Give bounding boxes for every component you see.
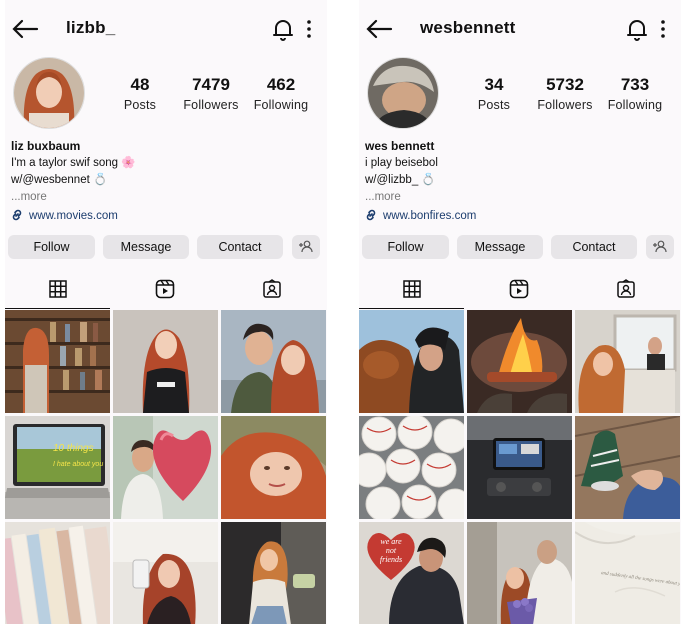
following-label: Following <box>253 98 309 112</box>
back-arrow-icon[interactable] <box>365 18 393 40</box>
tab-posts-grid[interactable] <box>5 270 110 309</box>
grid-icon <box>48 280 67 298</box>
bio: wes bennett i play beisebol w/@lizbb_ 💍 … <box>365 138 438 206</box>
sign-text: friends <box>380 555 402 564</box>
suggested-users-button[interactable] <box>646 235 674 259</box>
post-thumbnail[interactable]: we are not friends <box>359 522 464 624</box>
bio-line[interactable]: w/@wesbennet 💍 <box>11 172 136 189</box>
grid-icon <box>402 280 421 298</box>
posts-grid: 10 things I hate about you <box>5 310 327 624</box>
suggested-users-button[interactable] <box>292 235 320 259</box>
website-url[interactable]: www.bonfires.com <box>383 210 476 222</box>
post-thumbnail[interactable]: and suddenly all the songs were about yo… <box>575 522 680 624</box>
contact-button[interactable]: Contact <box>551 235 637 259</box>
more-options-icon[interactable] <box>658 19 668 39</box>
post-thumbnail[interactable]: 10 things I hate about you <box>5 416 110 519</box>
tagged-icon <box>616 279 635 298</box>
post-thumbnail[interactable] <box>467 522 572 624</box>
stat-following[interactable]: 462 Following <box>236 75 326 112</box>
bio-line[interactable]: w/@lizbb_ 💍 <box>365 172 438 189</box>
more-link[interactable]: ...more <box>365 189 438 206</box>
post-thumbnail[interactable] <box>575 310 680 413</box>
sign-text: we are <box>380 537 402 546</box>
bio-line: i play beisebol <box>365 157 438 169</box>
tagged-icon <box>262 279 281 298</box>
tab-reels[interactable] <box>112 270 217 308</box>
profile-panel-wesbennett: wesbennett 34 Posts 5732 Followers 733 F… <box>359 0 681 624</box>
reels-icon <box>509 279 528 299</box>
add-user-icon <box>653 240 667 253</box>
post-thumbnail[interactable] <box>113 310 218 413</box>
tab-posts-grid[interactable] <box>359 270 464 309</box>
contact-button[interactable]: Contact <box>197 235 283 259</box>
post-thumbnail[interactable] <box>5 522 110 624</box>
following-count: 462 <box>266 75 296 94</box>
message-button[interactable]: Message <box>457 235 543 259</box>
post-thumbnail[interactable] <box>221 522 326 624</box>
following-count: 733 <box>620 75 650 94</box>
content-tabs <box>5 270 327 310</box>
post-thumbnail[interactable] <box>359 416 464 519</box>
website-url[interactable]: www.movies.com <box>29 210 118 222</box>
bio-line: I'm a taylor swif song 🌸 <box>11 157 136 169</box>
post-thumbnail[interactable] <box>221 310 326 413</box>
post-thumbnail[interactable] <box>5 310 110 413</box>
display-name: liz buxbaum <box>11 139 81 153</box>
website-link[interactable]: www.movies.com <box>10 208 118 222</box>
bell-icon[interactable] <box>272 17 294 41</box>
content-tabs <box>359 270 681 310</box>
avatar[interactable] <box>367 57 439 129</box>
profile-panel-lizbb: lizbb_ 48 Posts 7479 Followers 462 Follo… <box>5 0 327 624</box>
username-title: lizbb_ <box>66 18 116 37</box>
follow-button[interactable]: Follow <box>8 235 95 259</box>
link-icon <box>366 209 376 221</box>
top-bar: wesbennett <box>359 14 681 46</box>
username-title: wesbennett <box>420 18 516 37</box>
reels-icon <box>155 279 174 299</box>
post-thumbnail[interactable] <box>113 522 218 624</box>
back-arrow-icon[interactable] <box>11 18 39 40</box>
display-name: wes bennett <box>365 139 435 153</box>
posts-grid: we are not friends and suddenly all the … <box>359 310 681 624</box>
poster-text: I hate about you <box>53 461 103 468</box>
avatar[interactable] <box>13 57 85 129</box>
post-thumbnail[interactable] <box>575 416 680 519</box>
add-user-icon <box>299 240 313 253</box>
post-thumbnail[interactable] <box>359 310 464 413</box>
tab-tagged[interactable] <box>219 270 324 308</box>
top-bar: lizbb_ <box>5 14 327 46</box>
follow-button[interactable]: Follow <box>362 235 449 259</box>
post-thumbnail[interactable] <box>221 416 326 519</box>
tab-tagged[interactable] <box>573 270 678 308</box>
following-label: Following <box>607 98 663 112</box>
tab-reels[interactable] <box>466 270 571 308</box>
link-icon <box>12 209 22 221</box>
more-options-icon[interactable] <box>304 19 314 39</box>
more-link[interactable]: ...more <box>11 189 136 206</box>
message-button[interactable]: Message <box>103 235 189 259</box>
bell-icon[interactable] <box>626 17 648 41</box>
sign-text: not <box>386 546 397 555</box>
post-thumbnail[interactable] <box>467 416 572 519</box>
bio: liz buxbaum I'm a taylor swif song 🌸 w/@… <box>11 138 136 206</box>
website-link[interactable]: www.bonfires.com <box>364 208 476 222</box>
post-thumbnail[interactable] <box>467 310 572 413</box>
post-thumbnail[interactable] <box>113 416 218 519</box>
stat-following[interactable]: 733 Following <box>590 75 680 112</box>
poster-text: 10 things <box>53 443 94 454</box>
